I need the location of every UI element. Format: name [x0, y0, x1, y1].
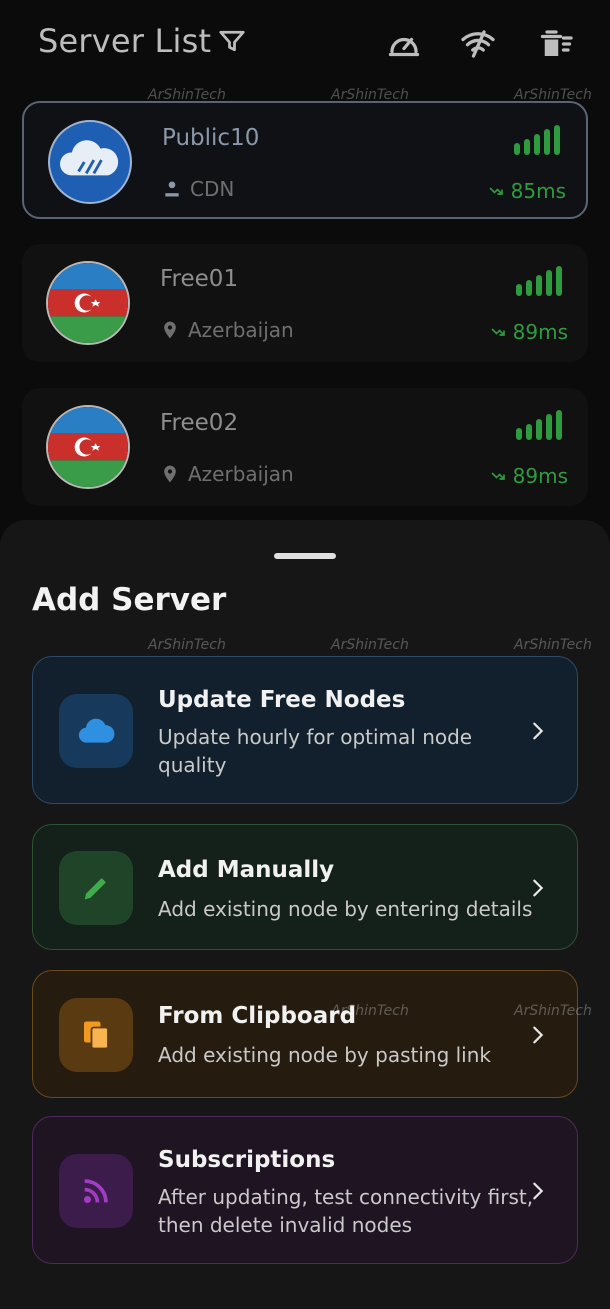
server-card[interactable]: Free01 Azerbaijan 89ms: [22, 244, 588, 362]
option-title: Subscriptions: [158, 1147, 336, 1173]
subscriptions-option[interactable]: Subscriptions After updating, test conne…: [32, 1116, 578, 1264]
azerbaijan-flag-icon: [46, 261, 130, 345]
server-location: CDN: [190, 177, 235, 201]
signal-bars: [516, 410, 562, 440]
server-location: Azerbaijan: [188, 318, 294, 342]
add-manually-option[interactable]: Add Manually Add existing node by enteri…: [32, 824, 578, 950]
option-title: Add Manually: [158, 857, 335, 883]
cloud-server-icon: [48, 120, 132, 204]
server-location-row: Azerbaijan: [160, 318, 294, 342]
latency: 89ms: [489, 320, 568, 344]
server-name: Free02: [160, 410, 239, 436]
option-desc: Update hourly for optimal node quality: [158, 725, 473, 777]
network-icon: [165, 181, 179, 197]
location-pin-icon: [164, 321, 176, 339]
delete-sweep-icon[interactable]: [538, 26, 574, 62]
chevron-right-icon: [533, 1182, 544, 1200]
location-pin-icon: [164, 465, 176, 483]
option-title: From Clipboard: [158, 1003, 357, 1029]
app-header: Server List: [0, 0, 610, 90]
page-title: Server List: [38, 22, 212, 60]
azerbaijan-flag-icon: [46, 405, 130, 489]
chevron-right-icon: [533, 1026, 544, 1044]
title-wrap: Server List: [38, 22, 247, 60]
chevron-right-icon: [533, 722, 544, 740]
server-location-row: CDN: [162, 177, 234, 201]
sheet-title: Add Server: [32, 582, 227, 618]
signal-bars: [514, 125, 560, 155]
option-desc: Add existing node by entering details: [158, 897, 533, 921]
rss-icon: [59, 1154, 133, 1228]
server-card[interactable]: Free02 Azerbaijan 89ms: [22, 388, 588, 506]
filter-icon[interactable]: [217, 26, 247, 56]
latency-value: 89ms: [512, 464, 568, 488]
latency-value: 85ms: [510, 179, 566, 203]
server-name: Free01: [160, 266, 239, 292]
latency: 85ms: [487, 179, 566, 203]
latency: 89ms: [489, 464, 568, 488]
clipboard-icon: [59, 998, 133, 1072]
option-desc: Add existing node by pasting link: [158, 1043, 491, 1067]
chevron-right-icon: [533, 879, 544, 897]
server-name: Public10: [162, 125, 260, 151]
update-free-nodes-option[interactable]: Update Free Nodes Update hourly for opti…: [32, 656, 578, 804]
speed-test-icon[interactable]: [386, 26, 422, 62]
latency-value: 89ms: [512, 320, 568, 344]
wifi-off-icon[interactable]: [460, 26, 496, 62]
latency-icon: [491, 472, 505, 480]
signal-bars: [516, 266, 562, 296]
latency-icon: [489, 187, 503, 195]
server-location-row: Azerbaijan: [160, 462, 294, 486]
option-desc: After updating, test connectivity first,…: [158, 1185, 534, 1237]
pencil-icon: [59, 851, 133, 925]
server-location: Azerbaijan: [188, 462, 294, 486]
latency-icon: [491, 328, 505, 336]
from-clipboard-option[interactable]: From Clipboard Add existing node by past…: [32, 970, 578, 1098]
add-server-sheet: Add Server Update Free Nodes Update hour…: [0, 520, 610, 1309]
cloud-icon: [59, 694, 133, 768]
sheet-drag-handle[interactable]: [274, 553, 336, 559]
server-card-selected[interactable]: Public10 CDN 85ms: [22, 101, 588, 219]
option-title: Update Free Nodes: [158, 687, 406, 713]
